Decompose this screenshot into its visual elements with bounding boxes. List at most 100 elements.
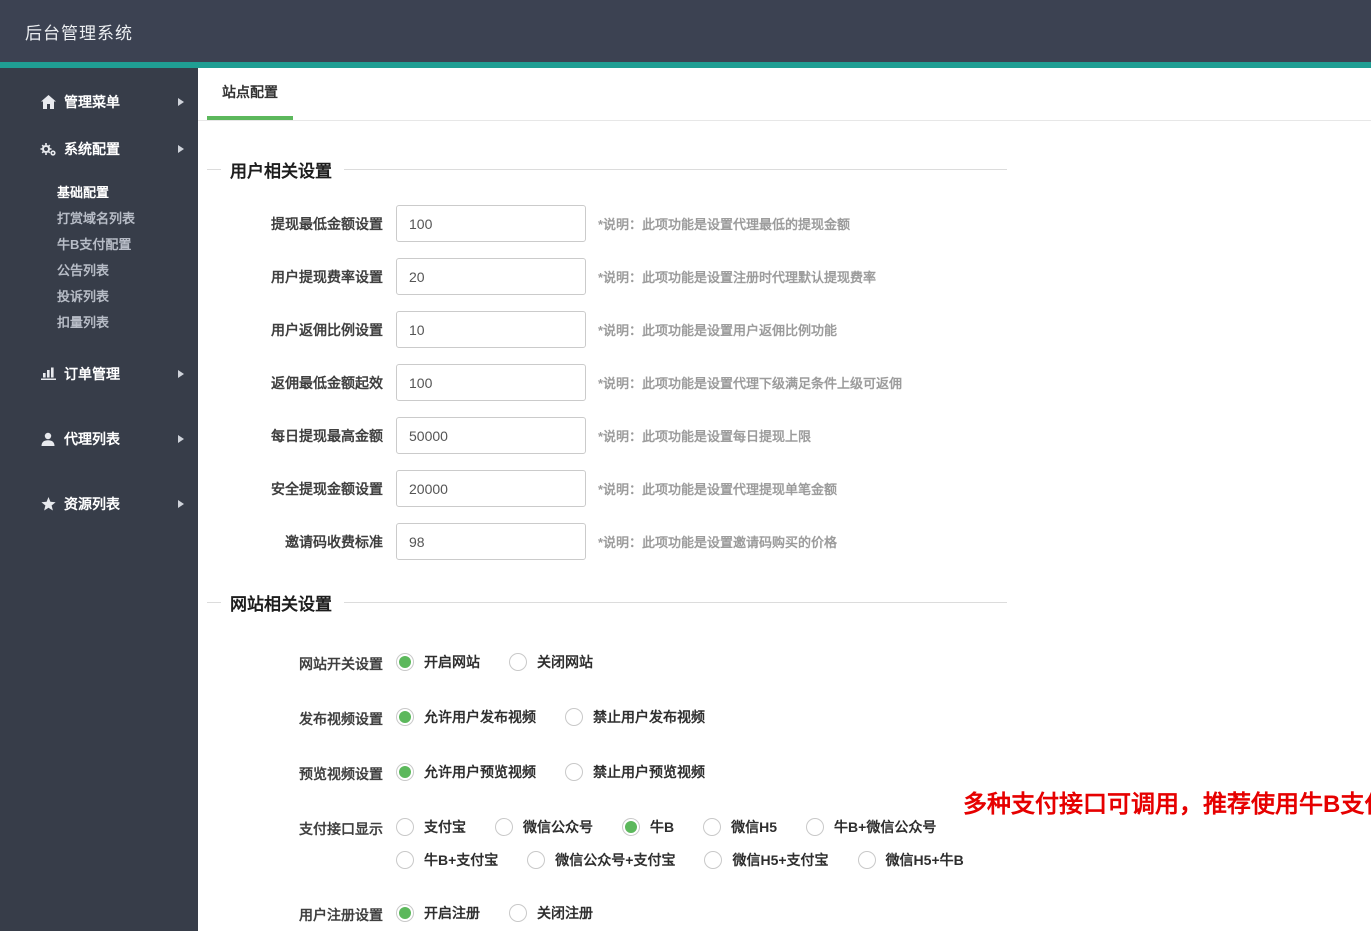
radio-unchecked-icon[interactable] xyxy=(527,851,546,869)
radio-option-label: 开启注册 xyxy=(424,905,480,921)
field-input-1[interactable] xyxy=(396,258,586,295)
app-header: 后台管理系统 xyxy=(0,0,1371,62)
radio-option[interactable]: 关闭网站 xyxy=(509,652,593,672)
sidebar-item-3[interactable]: 代理列表 xyxy=(0,415,198,462)
field-input-2[interactable] xyxy=(396,311,586,348)
field-note: *说明：此项功能是设置每日提现上限 xyxy=(598,429,812,444)
field-label: 每日提现最高金额 xyxy=(271,427,383,444)
radio-option[interactable]: 开启注册 xyxy=(396,903,480,923)
submenu-item-2[interactable]: 牛B支付配置 xyxy=(0,232,198,258)
field-input-6[interactable] xyxy=(396,523,586,560)
field-note: *说明：此项功能是设置注册时代理默认提现费率 xyxy=(598,270,877,285)
sidebar-item-label: 代理列表 xyxy=(64,430,120,447)
radio-option-label: 牛B xyxy=(650,819,675,835)
radio-row-label: 发布视频设置 xyxy=(299,711,383,727)
field-row-3: 返佣最低金额起效 *说明：此项功能是设置代理下级满足条件上级可返佣 xyxy=(207,364,1007,401)
radio-checked-icon[interactable] xyxy=(396,763,414,781)
radio-option[interactable]: 微信H5+支付宝 xyxy=(704,850,829,870)
submenu-item-0[interactable]: 基础配置 xyxy=(0,180,198,206)
sidebar-item-label: 系统配置 xyxy=(64,140,120,157)
submenu: 基础配置 打赏域名列表 牛B支付配置 公告列表 投诉列表 扣量列表 xyxy=(0,172,198,350)
sidebar: 管理菜单系统配置基础配置 打赏域名列表 牛B支付配置 公告列表 投诉列表 扣量列表订单管理… xyxy=(0,68,198,931)
radio-unchecked-icon[interactable] xyxy=(806,818,825,836)
radio-option[interactable]: 牛B+微信公众号 xyxy=(806,817,936,837)
radio-row-3: 支付接口显示 支付宝 微信公众号 牛B 微信H5 牛B+微信公众号 牛B+支付宝 微信公众号+… xyxy=(207,817,1007,870)
radio-option[interactable]: 禁止用户预览视频 xyxy=(565,762,705,782)
field-label: 用户返佣比例设置 xyxy=(271,321,383,338)
field-note: *说明：此项功能是设置用户返佣比例功能 xyxy=(598,323,838,338)
field-row-2: 用户返佣比例设置 *说明：此项功能是设置用户返佣比例功能 xyxy=(207,311,1007,348)
submenu-item-1[interactable]: 打赏域名列表 xyxy=(0,206,198,232)
chevron-right-icon xyxy=(178,144,184,153)
radio-option-label: 微信公众号 xyxy=(523,819,593,835)
radio-unchecked-icon[interactable] xyxy=(396,851,414,869)
sidebar-item-label: 管理菜单 xyxy=(64,93,120,110)
radio-option[interactable]: 禁止用户发布视频 xyxy=(565,707,705,727)
radio-option-label: 微信H5+牛B xyxy=(885,852,964,868)
radio-checked-icon[interactable] xyxy=(396,653,414,671)
radio-unchecked-icon[interactable] xyxy=(857,851,876,869)
star-icon xyxy=(40,496,56,511)
tab-site-config[interactable]: 站点配置 xyxy=(207,68,293,120)
field-input-0[interactable] xyxy=(396,205,586,242)
field-label: 用户提现费率设置 xyxy=(271,268,383,285)
radio-unchecked-icon[interactable] xyxy=(509,904,527,922)
field-input-4[interactable] xyxy=(396,417,586,454)
sidebar-item-4[interactable]: 资源列表 xyxy=(0,480,198,527)
field-row-4: 每日提现最高金额 *说明：此项功能是设置每日提现上限 xyxy=(207,417,1007,454)
radio-option[interactable]: 微信公众号+支付宝 xyxy=(527,850,675,870)
radio-line: 支付宝 微信公众号 牛B 微信H5 牛B+微信公众号 xyxy=(396,817,993,837)
radio-option-label: 关闭注册 xyxy=(537,905,593,921)
section-title: 用户相关设置 xyxy=(207,157,1007,182)
radio-unchecked-icon[interactable] xyxy=(703,818,722,836)
radio-checked-icon[interactable] xyxy=(396,904,414,922)
radio-option[interactable]: 微信H5+牛B xyxy=(857,850,964,870)
radio-option-label: 微信公众号+支付宝 xyxy=(555,852,676,868)
field-row-0: 提现最低金额设置 *说明：此项功能是设置代理最低的提现金额 xyxy=(207,205,1007,242)
field-row-6: 邀请码收费标准 *说明：此项功能是设置邀请码购买的价格 xyxy=(207,523,1007,560)
radio-unchecked-icon[interactable] xyxy=(704,851,723,869)
radio-option[interactable]: 支付宝 xyxy=(396,817,466,837)
radio-checked-icon[interactable] xyxy=(622,818,640,836)
radio-option[interactable]: 关闭注册 xyxy=(509,903,593,923)
field-input-5[interactable] xyxy=(396,470,586,507)
sidebar-item-2[interactable]: 订单管理 xyxy=(0,350,198,397)
sidebar-item-label: 订单管理 xyxy=(64,365,120,382)
radio-unchecked-icon[interactable] xyxy=(565,763,583,781)
chevron-right-icon xyxy=(178,499,184,508)
submenu-item-3[interactable]: 公告列表 xyxy=(0,258,198,284)
field-input-3[interactable] xyxy=(396,364,586,401)
radio-unchecked-icon[interactable] xyxy=(565,708,583,726)
radio-option[interactable]: 牛B xyxy=(622,817,674,837)
radio-unchecked-icon[interactable] xyxy=(396,818,414,836)
field-label: 安全提现金额设置 xyxy=(271,480,383,497)
chevron-right-icon xyxy=(178,97,184,106)
gears-icon xyxy=(40,142,56,156)
user-icon xyxy=(40,432,56,446)
radio-option[interactable]: 微信公众号 xyxy=(495,817,593,837)
radio-checked-icon[interactable] xyxy=(396,708,414,726)
radio-option-label: 允许用户预览视频 xyxy=(424,764,536,780)
radio-option-label: 关闭网站 xyxy=(537,654,593,670)
submenu-item-5[interactable]: 扣量列表 xyxy=(0,310,198,336)
radio-option[interactable]: 允许用户发布视频 xyxy=(396,707,536,727)
radio-unchecked-icon[interactable] xyxy=(495,818,513,836)
radio-option-label: 微信H5 xyxy=(731,819,778,835)
submenu-item-4[interactable]: 投诉列表 xyxy=(0,284,198,310)
radio-line: 开启网站 关闭网站 xyxy=(396,652,622,672)
menu-gap xyxy=(0,527,198,545)
section-website-settings: 网站相关设置 网站开关设置 开启网站 关闭网站 发布视频设置 允许用户发布视频 禁止用户发布… xyxy=(207,590,1007,925)
radio-option[interactable]: 牛B+支付宝 xyxy=(396,850,498,870)
radio-option[interactable]: 开启网站 xyxy=(396,652,480,672)
menu-gap xyxy=(0,462,198,480)
radio-unchecked-icon[interactable] xyxy=(509,653,527,671)
radio-option[interactable]: 允许用户预览视频 xyxy=(396,762,536,782)
radio-lines: 允许用户预览视频 禁止用户预览视频 xyxy=(396,762,734,784)
radio-option-label: 牛B+微信公众号 xyxy=(834,819,937,835)
radio-rows: 网站开关设置 开启网站 关闭网站 发布视频设置 允许用户发布视频 禁止用户发布视频 预览视频… xyxy=(207,652,1007,925)
sidebar-item-1[interactable]: 系统配置 xyxy=(0,125,198,172)
radio-option[interactable]: 微信H5 xyxy=(703,817,777,837)
chart-icon xyxy=(40,367,56,381)
sidebar-item-0[interactable]: 管理菜单 xyxy=(0,78,198,125)
radio-lines: 允许用户发布视频 禁止用户发布视频 xyxy=(396,707,734,729)
